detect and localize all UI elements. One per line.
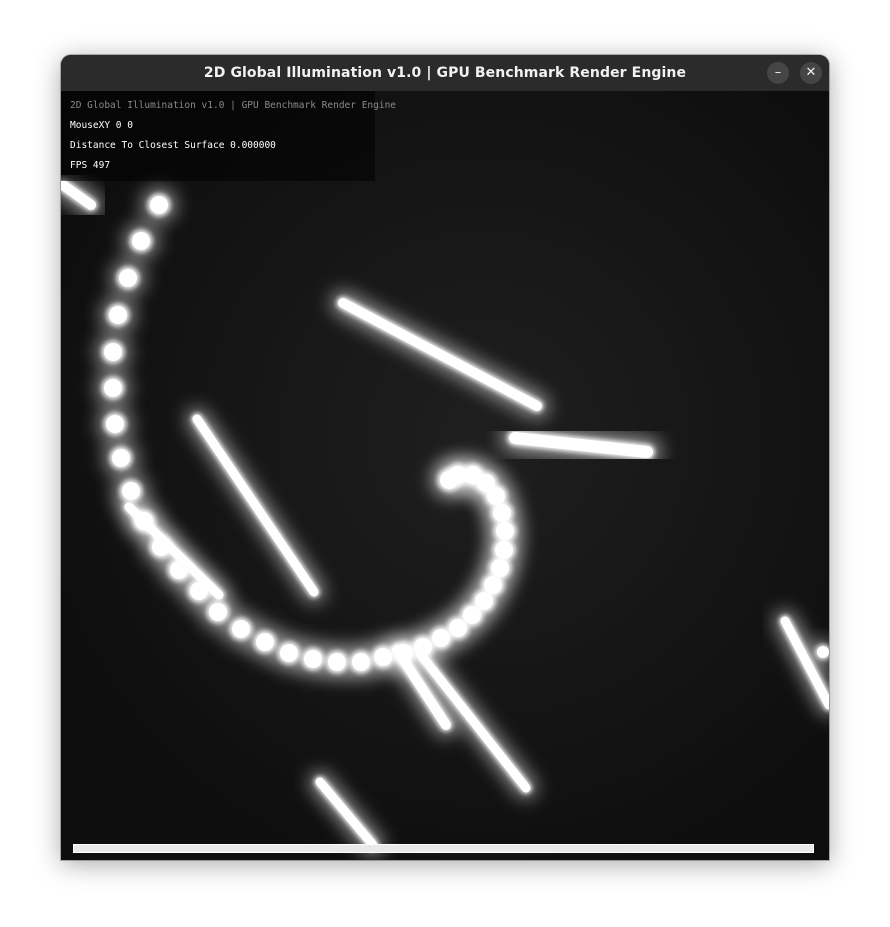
light-dot bbox=[119, 269, 137, 287]
light-dot bbox=[152, 538, 170, 556]
light-dot bbox=[104, 343, 122, 361]
light-dot bbox=[135, 512, 153, 530]
light-dot bbox=[304, 650, 322, 668]
light-dot bbox=[150, 196, 168, 214]
light-dot bbox=[122, 482, 140, 500]
render-viewport[interactable]: 2D Global Illumination v1.0 | GPU Benchm… bbox=[61, 91, 829, 860]
light-dot bbox=[112, 449, 130, 467]
title-bar[interactable]: 2D Global Illumination v1.0 | GPU Benchm… bbox=[61, 55, 829, 91]
light-dot bbox=[414, 638, 432, 656]
light-dot bbox=[432, 629, 450, 647]
light-dot bbox=[352, 653, 370, 671]
hud-distance: Distance To Closest Surface 0.000000 bbox=[70, 140, 276, 151]
light-dot bbox=[109, 306, 127, 324]
light-dot bbox=[440, 471, 458, 489]
close-icon: ✕ bbox=[805, 65, 817, 80]
light-dot bbox=[209, 603, 227, 621]
hud-title: 2D Global Illumination v1.0 | GPU Benchm… bbox=[70, 100, 397, 111]
light-dot bbox=[170, 561, 188, 579]
minimize-icon: – bbox=[774, 65, 782, 80]
light-dot bbox=[104, 379, 122, 397]
light-dot bbox=[475, 592, 493, 610]
light-dot bbox=[328, 653, 346, 671]
light-dot bbox=[463, 606, 481, 624]
hud-fps: FPS 497 bbox=[70, 160, 111, 171]
light-dot bbox=[256, 633, 274, 651]
minimize-button[interactable]: – bbox=[767, 62, 789, 84]
light-dot bbox=[484, 576, 502, 594]
light-dot bbox=[106, 415, 124, 433]
illumination-scene bbox=[61, 91, 829, 860]
hud-mouse-position: MouseXY 0 0 bbox=[70, 120, 133, 131]
light-dot bbox=[280, 644, 298, 662]
light-dot bbox=[232, 620, 250, 638]
progress-fill bbox=[74, 845, 813, 852]
window-title: 2D Global Illumination v1.0 | GPU Benchm… bbox=[203, 65, 687, 81]
light-dot bbox=[491, 559, 509, 577]
close-button[interactable]: ✕ bbox=[800, 62, 822, 84]
light-dot bbox=[817, 646, 829, 658]
light-dot bbox=[132, 232, 150, 250]
light-dot bbox=[495, 541, 513, 559]
hud-panel: 2D Global Illumination v1.0 | GPU Benchm… bbox=[61, 91, 396, 181]
light-dot bbox=[496, 522, 514, 540]
light-dot bbox=[374, 648, 392, 666]
app-window: 2D Global Illumination v1.0 | GPU Benchm… bbox=[61, 55, 829, 860]
light-dot bbox=[449, 619, 467, 637]
light-dot bbox=[493, 504, 511, 522]
progress-bar bbox=[73, 844, 814, 853]
light-dot bbox=[190, 582, 208, 600]
light-dot bbox=[395, 644, 413, 662]
